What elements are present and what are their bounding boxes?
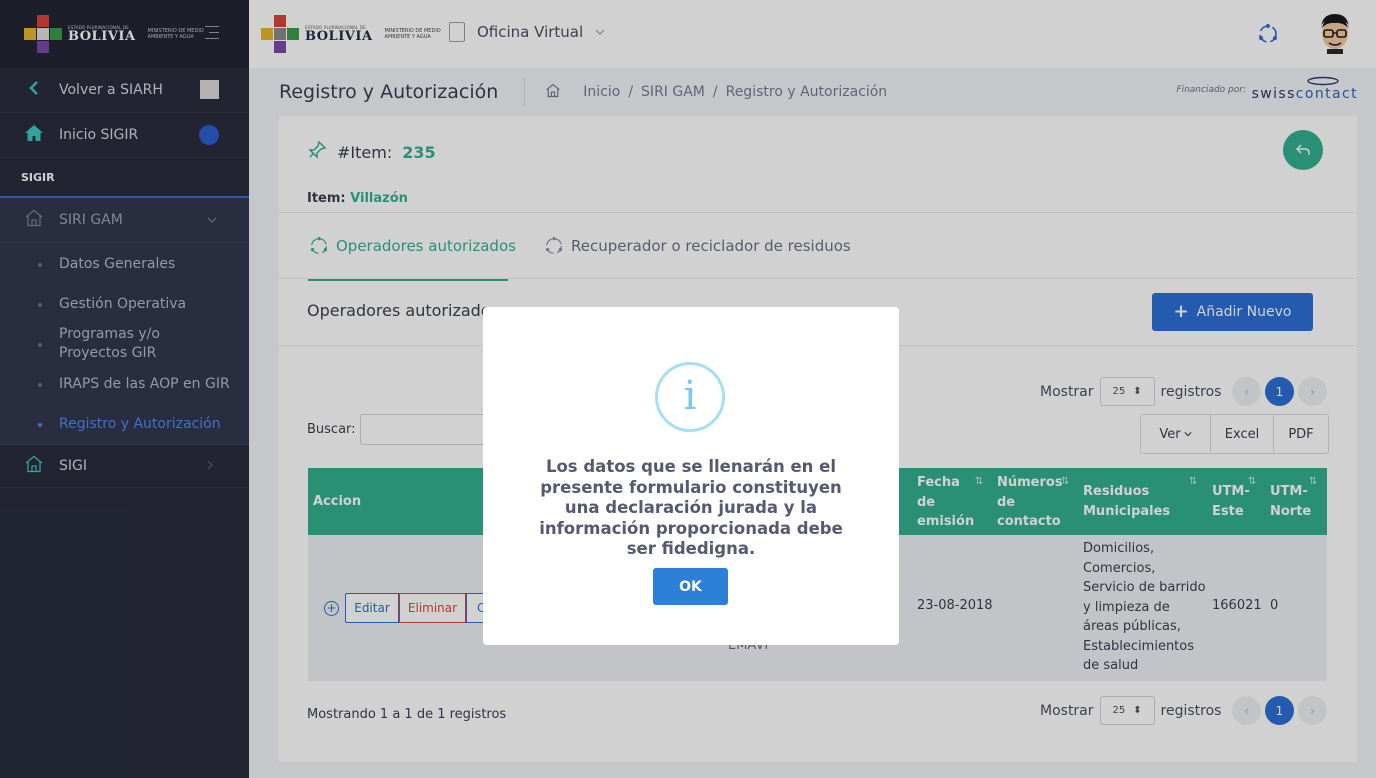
ok-button[interactable]: OK <box>653 568 728 605</box>
info-icon: i <box>655 362 725 432</box>
info-dialog: i Los datos que se llenarán en el presen… <box>483 307 899 645</box>
dialog-message: Los datos que se llenarán en el presente… <box>539 457 843 558</box>
